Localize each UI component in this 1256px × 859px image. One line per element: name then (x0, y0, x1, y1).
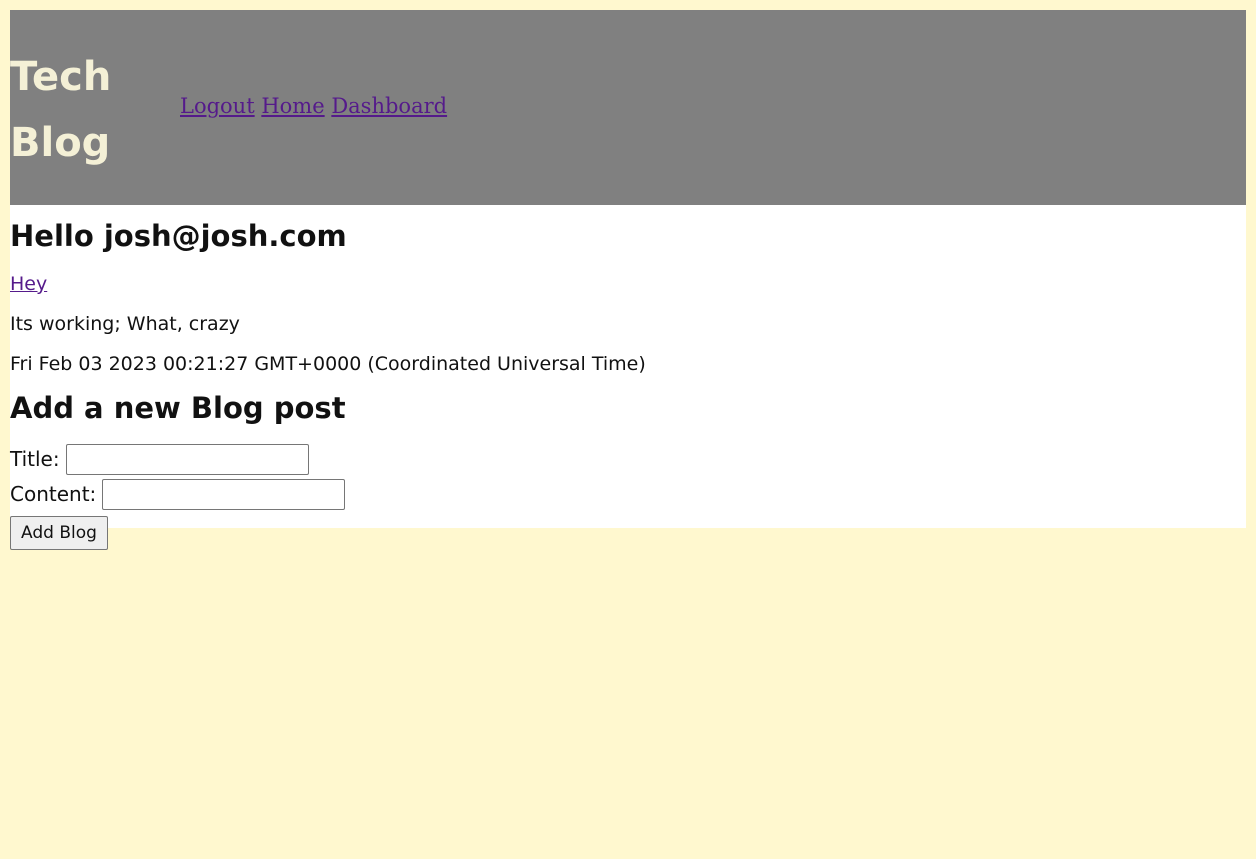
post-title-link[interactable]: Hey (10, 271, 47, 297)
post-date: Fri Feb 03 2023 00:21:27 GMT+0000 (Coord… (10, 353, 646, 375)
main-nav: Logout Home Dashboard (180, 92, 447, 120)
logout-link[interactable]: Logout (180, 94, 255, 118)
greeting-heading: Hello josh@josh.com (10, 219, 347, 253)
content-label: Content: (10, 482, 97, 506)
home-link[interactable]: Home (261, 94, 324, 118)
page: Tech Blog Logout Home Dashboard Hello jo… (10, 10, 1246, 550)
post-content: Its working; What, crazy (10, 313, 240, 335)
title-label: Title: (10, 447, 60, 471)
dashboard-link[interactable]: Dashboard (331, 94, 447, 118)
title-field-row: Title: (10, 441, 309, 477)
site-header: Tech Blog Logout Home Dashboard (10, 10, 1246, 205)
site-title-line-1: Tech (10, 54, 112, 100)
add-blog-button[interactable]: Add Blog (10, 516, 108, 550)
new-post-heading: Add a new Blog post (10, 391, 346, 425)
dashboard-main: Hello josh@josh.com Hey Its working; Wha… (10, 205, 1246, 528)
site-title: Tech Blog (10, 44, 150, 176)
title-input[interactable] (65, 443, 309, 475)
site-title-line-2: Blog (10, 120, 111, 166)
content-input[interactable] (102, 478, 346, 510)
content-field-row: Content: (10, 476, 346, 512)
